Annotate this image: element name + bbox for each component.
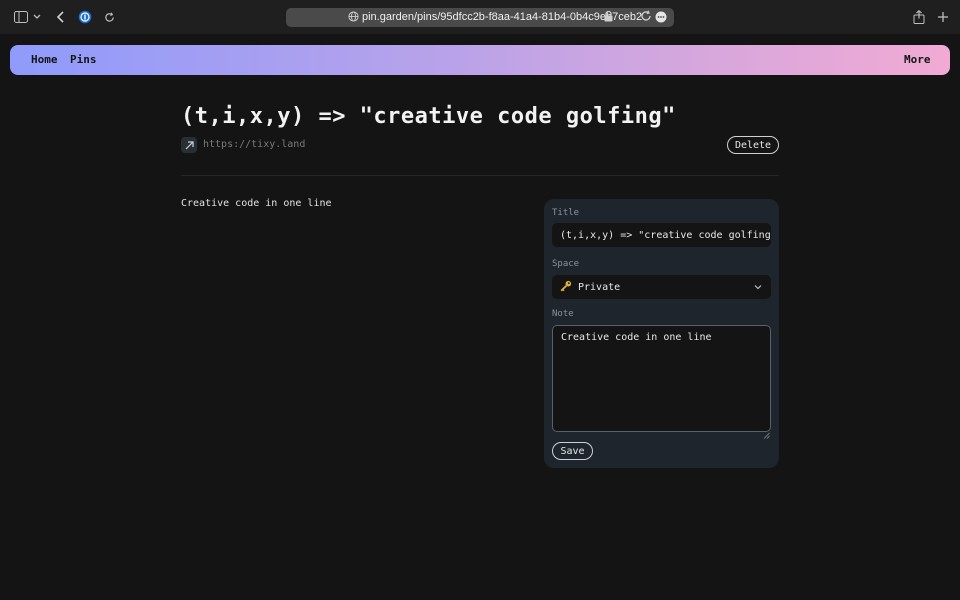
nav-home[interactable]: Home [31,53,58,66]
nav-pins[interactable]: Pins [70,53,97,66]
back-icon[interactable] [52,9,68,25]
address-url: pin.garden/pins/95dfcc2b-f8aa-41a4-81b4-… [362,11,643,23]
globe-icon [348,11,360,23]
note-label: Note [552,309,574,319]
external-link-icon[interactable] [181,137,197,153]
pin-note: Creative code in one line [181,198,332,209]
chevron-down-icon[interactable] [32,9,42,25]
divider [181,175,779,176]
nav-more[interactable]: More [904,53,931,66]
key-icon [560,280,572,295]
extension-icon[interactable] [655,11,667,23]
resize-handle-icon[interactable] [763,424,770,439]
note-textarea[interactable]: Creative code in one line [552,325,771,432]
title-label: Title [552,208,580,218]
share-icon[interactable] [911,9,927,25]
site-nav: Home Pins More [10,45,950,75]
chevron-down-icon [753,282,763,292]
lock-icon [604,10,614,23]
sidebar-icon[interactable] [13,9,29,25]
reload-icon[interactable] [101,9,117,25]
pin-link[interactable]: https://tixy.land [203,139,305,150]
page-title: (t,i,x,y) => "creative code golfing" [181,104,676,129]
space-select[interactable]: Private [552,275,771,299]
new-tab-icon[interactable] [935,9,951,25]
address-bar[interactable]: pin.garden/pins/95dfcc2b-f8aa-41a4-81b4-… [286,8,674,27]
password-manager-icon[interactable] [77,9,93,25]
save-button[interactable]: Save [552,442,593,460]
delete-button[interactable]: Delete [727,136,779,154]
edit-pin-form: Title (t,i,x,y) => "creative code golfin… [544,199,779,468]
title-input[interactable]: (t,i,x,y) => "creative code golfing" [552,223,771,247]
space-value: Private [578,281,621,293]
reload-page-icon[interactable] [640,10,653,23]
browser-toolbar: pin.garden/pins/95dfcc2b-f8aa-41a4-81b4-… [0,0,960,34]
space-label: Space [552,259,580,269]
